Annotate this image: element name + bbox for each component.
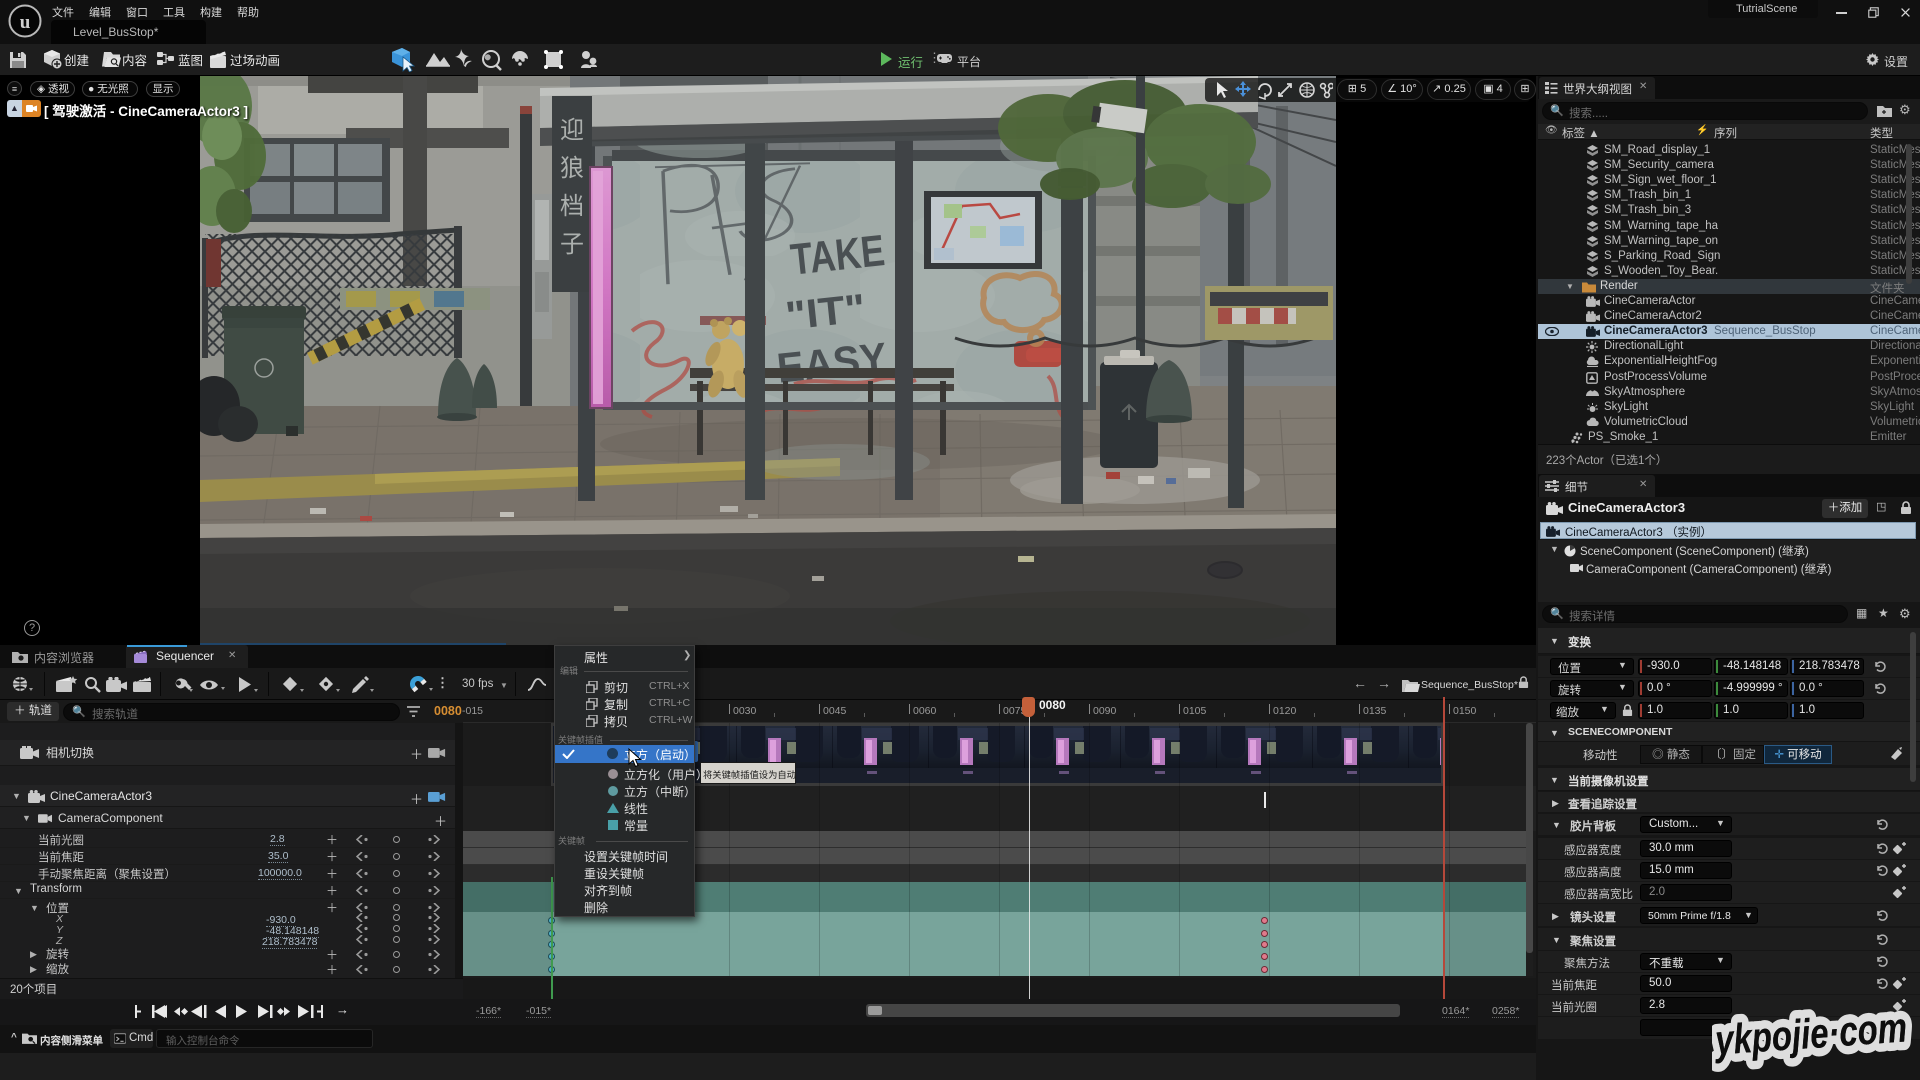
svg-text:u: u xyxy=(20,12,31,33)
svg-text:ykpojie·com: ykpojie·com xyxy=(1712,1003,1908,1063)
